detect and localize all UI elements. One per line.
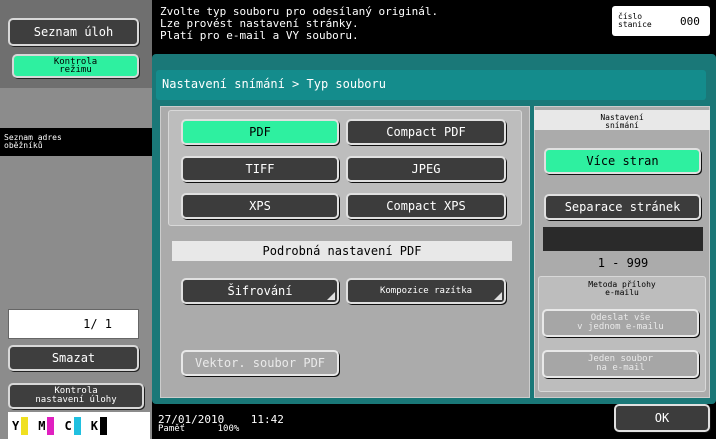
time: 11:42 <box>250 413 284 426</box>
toner-yellow: Y <box>12 416 34 435</box>
compact-xps-button[interactable]: Compact XPS <box>346 193 506 219</box>
vector-pdf-button: Vektor. soubor PDF <box>181 350 339 376</box>
tiff-button[interactable]: TIFF <box>181 156 339 182</box>
job-settings-check-button[interactable]: Kontrola nastavení úlohy <box>8 383 144 409</box>
station-value: 000 <box>680 14 700 28</box>
memory-value: 100% <box>217 424 240 434</box>
memory-label: Paměť <box>158 424 186 434</box>
page-range: 1 - 999 <box>597 256 649 270</box>
encryption-button[interactable]: Šifrování <box>181 278 339 304</box>
toner-magenta: M <box>38 416 60 435</box>
pdf-button[interactable]: PDF <box>181 119 339 145</box>
email-attach-title: Metoda přílohy e-mailu <box>588 280 656 297</box>
breadcrumb: Nastavení snímání > Typ souboru <box>156 70 706 100</box>
memory-status: Paměť 100% <box>158 425 239 434</box>
jpeg-button[interactable]: JPEG <box>346 156 506 182</box>
toner-black: K <box>91 416 113 435</box>
compact-pdf-button[interactable]: Compact PDF <box>346 119 506 145</box>
station-number-box: číslo stanice 000 <box>612 6 710 36</box>
toner-levels: Y M C K <box>8 412 150 439</box>
ok-button[interactable]: OK <box>614 404 710 432</box>
page-counter: 1/ 1 <box>8 309 139 339</box>
xps-button[interactable]: XPS <box>181 193 339 219</box>
address-list-label[interactable]: Seznam adres oběžníků <box>0 128 152 156</box>
stamp-composition-button[interactable]: Kompozice razítka <box>346 278 506 304</box>
job-list-button[interactable]: Seznam úloh <box>8 18 139 46</box>
delete-button[interactable]: Smazat <box>8 345 139 371</box>
multi-page-button[interactable]: Více stran <box>544 148 701 174</box>
send-all-in-one-email-button: Odeslat vše v jednom e-mailu <box>542 309 699 337</box>
toner-cyan: C <box>64 416 86 435</box>
station-label: číslo stanice <box>618 12 652 29</box>
scan-settings-title: Nastavení snímání <box>534 110 710 130</box>
one-file-per-email-button: Jeden soubor na e-mail <box>542 350 699 378</box>
page-separation-value-box <box>543 227 703 251</box>
pdf-details-title: Podrobná nastavení PDF <box>172 241 512 261</box>
page-separation-button[interactable]: Separace stránek <box>544 194 701 220</box>
mode-check-button[interactable]: Kontrola režimu <box>12 54 139 78</box>
